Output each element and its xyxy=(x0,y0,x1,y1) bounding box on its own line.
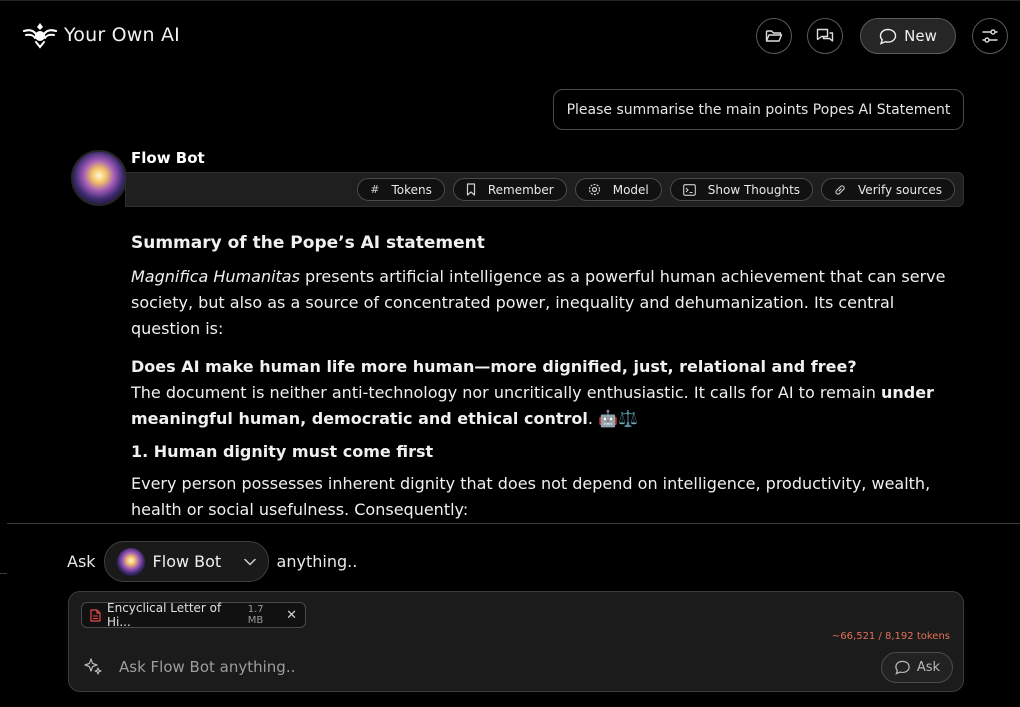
ask-button[interactable]: Ask xyxy=(881,652,953,683)
brand-name: Your Own AI xyxy=(64,24,180,46)
bot-avatar xyxy=(71,150,127,206)
section-1-title: 1. Human dignity must come first xyxy=(131,442,434,461)
settings-button[interactable] xyxy=(972,18,1008,54)
response-paragraph-1: Magnifica Humanitas presents artificial … xyxy=(131,264,961,342)
verify-sources-label: Verify sources xyxy=(858,182,942,197)
tokens-label: Tokens xyxy=(391,182,432,197)
chat-bubbles-icon xyxy=(816,28,834,45)
link-icon xyxy=(834,184,846,196)
brand[interactable]: Your Own AI xyxy=(22,21,180,49)
ask-suffix: anything.. xyxy=(276,552,358,571)
paragraph-2-start: The document is neither anti-technology … xyxy=(131,383,881,402)
response-paragraph-2: The document is neither anti-technology … xyxy=(131,380,961,432)
chat-bubble-icon xyxy=(894,660,911,675)
chat-bubble-icon xyxy=(879,28,897,45)
remember-label: Remember xyxy=(487,182,554,197)
bot-name: Flow Bot xyxy=(131,149,205,167)
open-folder-button[interactable] xyxy=(756,18,792,54)
attachment-size: 1.7 MB xyxy=(247,604,264,626)
ask-button-label: Ask xyxy=(916,660,941,675)
hash-icon: # xyxy=(370,183,380,196)
bookmark-icon xyxy=(466,183,476,196)
document-title: Magnifica Humanitas xyxy=(131,267,300,286)
response-heading: Summary of the Pope’s AI statement xyxy=(131,233,485,253)
model-selector[interactable]: Flow Bot xyxy=(103,541,269,582)
verify-sources-button[interactable]: Verify sources xyxy=(821,178,955,201)
pdf-file-icon xyxy=(90,608,101,622)
response-paragraph-3: Every person possesses inherent dignity … xyxy=(131,474,931,519)
show-thoughts-label: Show Thoughts xyxy=(707,182,801,197)
attachment-name: Encyclical Letter of Hi... xyxy=(107,601,222,629)
message-toolbar: # Tokens Remember Model Show Thoughts Ve… xyxy=(125,172,964,207)
new-chat-label: New xyxy=(904,27,937,45)
close-icon[interactable]: ✕ xyxy=(286,608,297,623)
model-button[interactable]: Model xyxy=(574,178,662,201)
chats-button[interactable] xyxy=(807,18,843,54)
tokens-button[interactable]: # Tokens xyxy=(357,178,445,201)
ask-row: Ask Flow Bot anything.. xyxy=(67,541,357,582)
composer: Encyclical Letter of Hi... 1.7 MB ✕ ~66,… xyxy=(68,591,964,692)
token-count: ~66,521 / 8,192 tokens xyxy=(831,631,950,642)
chevron-down-icon xyxy=(243,558,256,566)
model-avatar xyxy=(116,547,145,576)
spirit-logo-icon xyxy=(22,21,58,49)
model-label: Model xyxy=(612,182,649,197)
central-question: Does AI make human life more human—more … xyxy=(131,357,857,376)
sparkles-icon[interactable] xyxy=(83,657,103,677)
divider-stub xyxy=(0,573,7,574)
ask-prefix: Ask xyxy=(67,552,96,571)
terminal-icon xyxy=(682,183,696,196)
message-input[interactable] xyxy=(119,654,869,680)
divider xyxy=(7,523,1020,524)
paragraph-2-end: . 🤖⚖️ xyxy=(587,409,638,428)
user-message: Please summarise the main points Popes A… xyxy=(553,89,964,130)
gear-icon xyxy=(588,183,601,196)
sliders-icon xyxy=(981,27,999,45)
remember-button[interactable]: Remember xyxy=(452,178,567,201)
show-thoughts-button[interactable]: Show Thoughts xyxy=(669,178,814,201)
top-bar: Your Own AI New xyxy=(0,0,1020,70)
folder-open-icon xyxy=(765,28,783,44)
selected-model: Flow Bot xyxy=(152,552,222,571)
new-chat-button[interactable]: New xyxy=(860,18,956,54)
attachment-chip[interactable]: Encyclical Letter of Hi... 1.7 MB ✕ xyxy=(81,601,306,629)
bot-response: Summary of the Pope’s AI statement Magni… xyxy=(131,233,961,523)
